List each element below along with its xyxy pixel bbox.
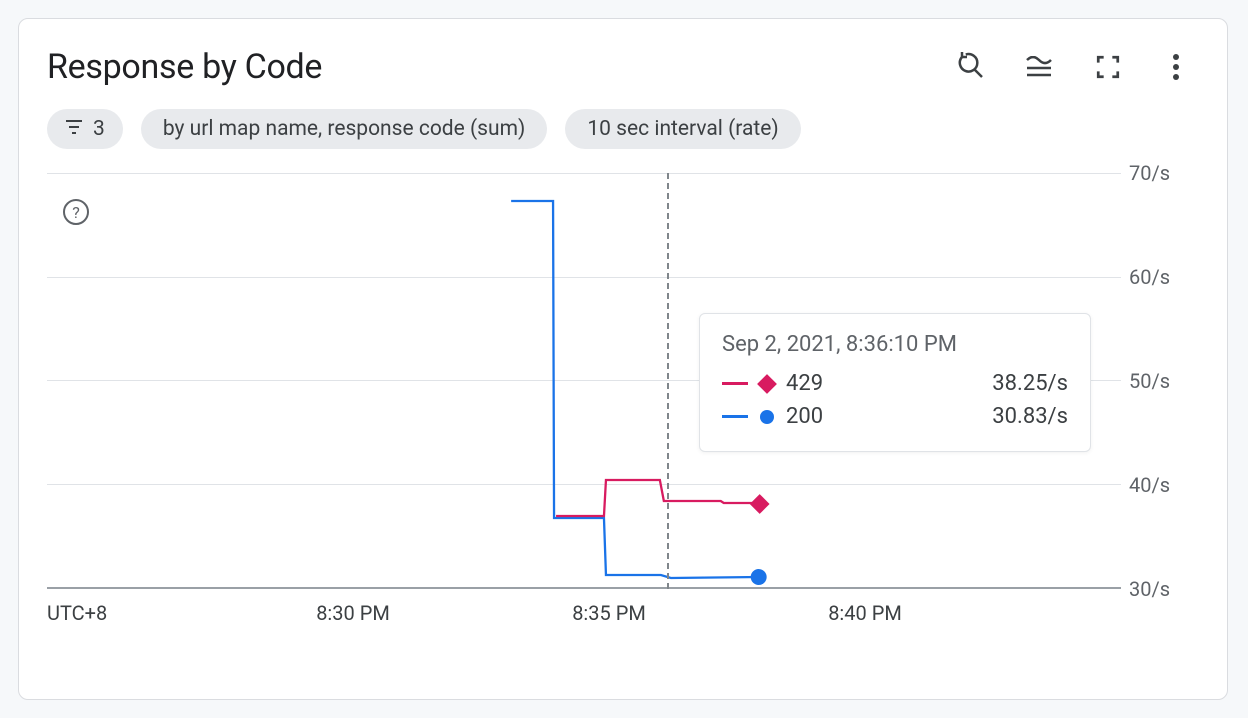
chart-toolbar xyxy=(957,52,1199,82)
groupby-chip[interactable]: by url map name, response code (sum) xyxy=(141,109,548,149)
interval-chip[interactable]: 10 sec interval (rate) xyxy=(565,109,800,149)
plot-area: ? 70/s 60/s 50/s 40/s 30/s Sep 2, 2021, … xyxy=(47,165,1199,625)
x-tick-label: 8:30 PM xyxy=(316,601,390,625)
tooltip-row-200: 200 30.83/s xyxy=(722,400,1068,433)
x-tick-label: 8:40 PM xyxy=(828,601,902,625)
legend-toggle-icon[interactable] xyxy=(1025,52,1055,82)
series-line-swatch xyxy=(722,415,748,418)
tooltip-timestamp: Sep 2, 2021, 8:36:10 PM xyxy=(722,332,1068,357)
series-line-swatch xyxy=(722,382,748,385)
more-options-icon[interactable] xyxy=(1161,52,1191,82)
card-header: Response by Code xyxy=(47,47,1199,87)
diamond-marker-icon xyxy=(757,374,777,394)
y-tick-label: 70/s xyxy=(1129,161,1199,185)
crosshair-line xyxy=(667,173,669,589)
y-tick-label: 50/s xyxy=(1129,369,1199,393)
fullscreen-icon[interactable] xyxy=(1093,52,1123,82)
filter-chip[interactable]: 3 xyxy=(47,109,123,149)
circle-marker-icon xyxy=(760,410,774,424)
timezone-label: UTC+8 xyxy=(47,601,107,625)
chart-title: Response by Code xyxy=(47,47,322,87)
tooltip-row-429: 429 38.25/s xyxy=(722,367,1068,400)
y-tick-label: 40/s xyxy=(1129,473,1199,497)
chip-row: 3 by url map name, response code (sum) 1… xyxy=(47,109,1199,149)
y-tick-label: 60/s xyxy=(1129,265,1199,289)
reset-zoom-icon[interactable] xyxy=(957,52,987,82)
chart-card: Response by Code xyxy=(18,18,1228,700)
filter-count: 3 xyxy=(93,117,105,141)
x-tick-label: 8:35 PM xyxy=(572,601,646,625)
hover-tooltip: Sep 2, 2021, 8:36:10 PM 429 38.25/s 200 … xyxy=(699,313,1091,452)
y-tick-label: 30/s xyxy=(1129,577,1199,601)
filter-icon xyxy=(65,117,83,141)
